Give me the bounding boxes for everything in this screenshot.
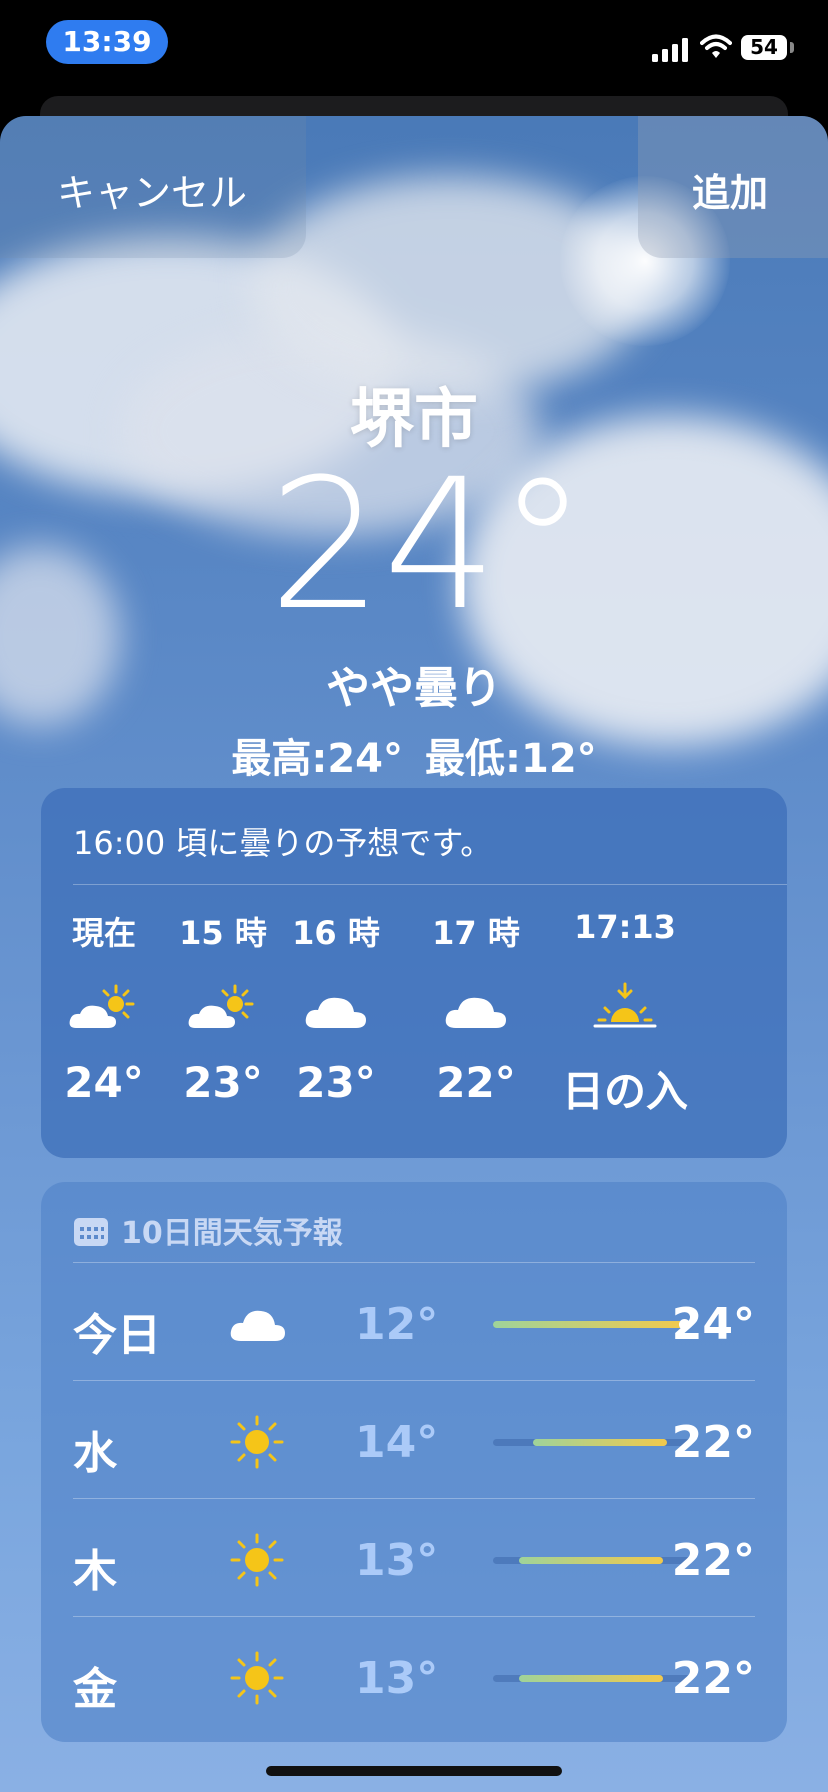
day-low: 14° [355,1417,439,1468]
hour-label: 15 時 [179,914,267,952]
cloud-icon [445,997,506,1028]
wifi-icon [700,34,732,58]
ten-day-title: 10日間天気予報 [121,1216,343,1251]
hour-temp: 日の入 [561,1067,688,1116]
day-high: 24° [671,1299,755,1350]
day-name: 今日 [73,1310,161,1361]
hour-label: 16 時 [292,914,380,952]
sun-icon [230,1533,284,1587]
hour-label: 17 時 [432,914,520,952]
day-high: 22° [671,1535,755,1586]
add-button[interactable]: 追加 [638,116,828,258]
calendar-icon [74,1217,108,1246]
hour-temp: 24° [64,1058,144,1107]
ten-day-header: 10日間天気予報 [73,1208,343,1252]
day-name: 水 [73,1428,117,1479]
day-row[interactable]: 金 13° 22° [73,1616,755,1735]
day-row[interactable]: 水 14° 22° [73,1380,755,1499]
temperature-range-fill [518,1557,664,1564]
day-high: 22° [671,1417,755,1468]
temperature-range-fill [518,1675,664,1682]
hourly-summary: 16:00 頃に曇りの予想です。 [73,824,493,862]
hourly-forecast-card[interactable]: 16:00 頃に曇りの予想です。 現在 24° 15 時 23° 16 時 23… [41,788,787,1158]
high-low: 最高:24° 最低:12° [0,726,828,784]
day-row[interactable]: 今日 12° 24° [73,1262,755,1381]
divider [73,884,787,885]
cellular-signal-icon [652,38,688,62]
current-condition: やや曇り [326,663,502,714]
hour-temp: 23° [183,1058,263,1107]
sun-icon [230,1415,284,1469]
battery-level: 54 [741,35,787,60]
status-time[interactable]: 13:39 [46,20,168,64]
ten-day-forecast-card[interactable]: 10日間天気予報 今日 12° 24° 水 14° 22° 木 13° 22° … [41,1182,787,1742]
temperature-range-bar [493,1675,691,1682]
hourly-item: 17 時 22° [411,908,541,1107]
sunset-icon [593,982,657,1028]
partly-cloudy-icon [69,984,135,1028]
temperature-range-bar [493,1557,691,1564]
temperature-range-fill [532,1439,668,1446]
high-temp: 最高:24° [231,736,403,782]
current-temperature: 24° [268,441,588,650]
hour-temp: 22° [436,1058,516,1107]
cloud-icon [305,997,366,1028]
hour-temp: 23° [296,1058,376,1107]
day-low: 12° [355,1299,439,1350]
status-bar: 13:39 54 [0,0,828,90]
cancel-button[interactable]: キャンセル [0,116,306,258]
temperature-range-bar [493,1319,691,1330]
day-name: 金 [73,1664,117,1715]
hour-label: 17:13 [574,908,676,946]
low-temp: 最低:12° [425,736,597,782]
hourly-item: 17:13 日の入 [547,908,703,1119]
cloud-icon [230,1310,285,1341]
add-label: 追加 [692,171,769,215]
hour-label: 現在 [71,914,136,952]
hourly-item: 現在 24° [39,908,169,1107]
temperature-range-bar [493,1439,691,1446]
day-high: 22° [671,1653,755,1704]
battery-tip [790,42,794,53]
hourly-item: 16 時 23° [271,908,401,1107]
day-row[interactable]: 木 13° 22° [73,1498,755,1617]
cancel-label: キャンセル [57,171,248,215]
day-low: 13° [355,1653,439,1704]
hourly-item: 15 時 23° [158,908,288,1107]
sun-icon [230,1651,284,1705]
partly-cloudy-icon [188,984,254,1028]
day-low: 13° [355,1535,439,1586]
day-name: 木 [73,1546,117,1597]
temperature-range-fill [493,1321,686,1328]
home-indicator[interactable] [266,1766,562,1776]
